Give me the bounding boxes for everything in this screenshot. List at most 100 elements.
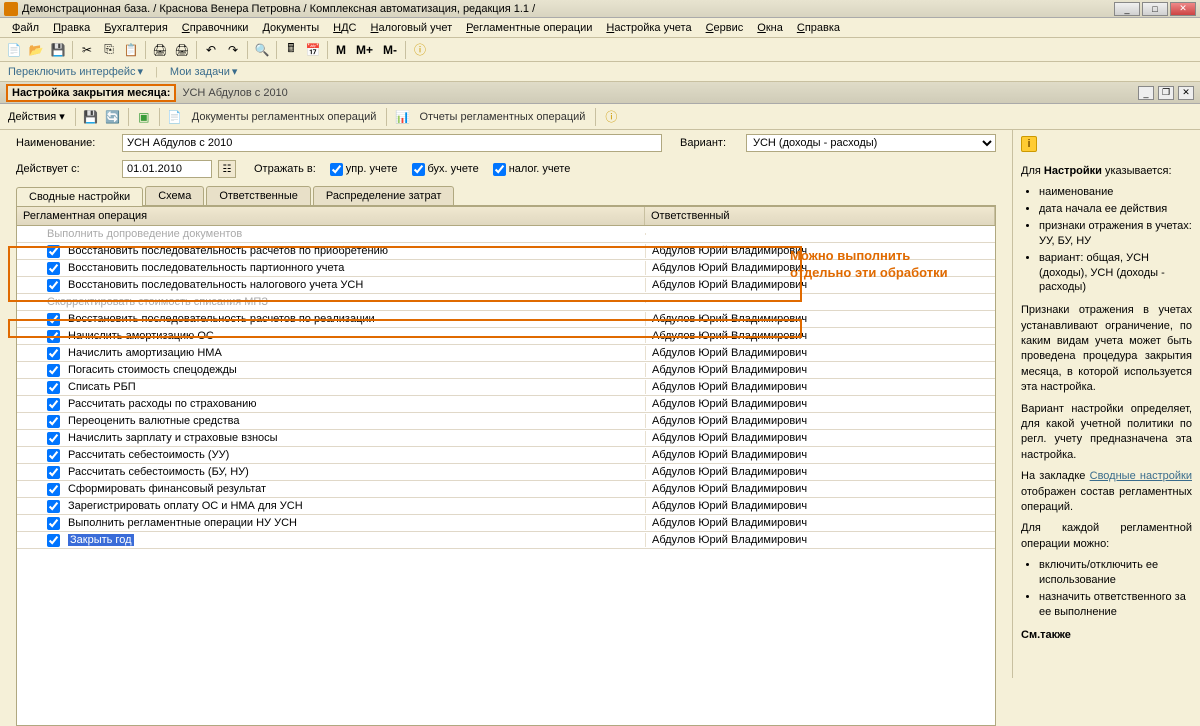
col-responsible[interactable]: Ответственный [645, 207, 995, 225]
operation-text: Погасить стоимость спецодежды [68, 364, 237, 376]
grid-body[interactable]: Выполнить допроведение документов Восстан… [16, 226, 996, 726]
operation-text: Скорректировать стоимость списания МПЗ [47, 296, 268, 308]
row-checkbox[interactable] [47, 347, 60, 360]
table-row[interactable]: Рассчитать расходы по страхованиюАбдулов… [17, 396, 995, 413]
row-checkbox[interactable] [47, 313, 60, 326]
calc-icon[interactable]: 🖩 [281, 40, 301, 60]
row-checkbox[interactable] [47, 517, 60, 530]
acct-accounting-checkbox[interactable] [412, 163, 425, 176]
menu-Правка[interactable]: Правка [47, 20, 96, 36]
summary-settings-link[interactable]: Сводные настройки [1090, 470, 1192, 482]
menu-Файл[interactable]: Файл [6, 20, 45, 36]
row-checkbox[interactable] [47, 432, 60, 445]
name-field[interactable] [122, 134, 662, 152]
m-button[interactable]: M [332, 40, 350, 60]
row-checkbox[interactable] [47, 381, 60, 394]
actions-dropdown[interactable]: Действия ▾ [4, 108, 69, 125]
print2-icon[interactable]: 🖨 [172, 40, 192, 60]
tax-accounting-checkbox[interactable] [493, 163, 506, 176]
row-checkbox[interactable] [47, 245, 60, 258]
save-action-icon[interactable]: 💾 [82, 108, 100, 126]
table-row[interactable]: Зарегистрировать оплату ОС и НМА для УСН… [17, 498, 995, 515]
table-row[interactable]: Начислить зарплату и страховые взносыАбд… [17, 430, 995, 447]
reports-link[interactable]: Отчеты регламентных операций [415, 109, 589, 125]
row-checkbox[interactable] [47, 262, 60, 275]
table-row[interactable]: Сформировать финансовый результатАбдулов… [17, 481, 995, 498]
responsible-text: Абдулов Юрий Владимирович [645, 482, 995, 496]
menu-Настройка учета[interactable]: Настройка учета [600, 20, 697, 36]
print-icon[interactable]: 🖨 [150, 40, 170, 60]
menu-Окна[interactable]: Окна [751, 20, 789, 36]
maximize-button[interactable]: □ [1142, 2, 1168, 16]
find-icon[interactable]: 🔍 [252, 40, 272, 60]
m-minus-button[interactable]: M- [379, 40, 401, 60]
m-plus-button[interactable]: M+ [352, 40, 377, 60]
menu-Документы[interactable]: Документы [256, 20, 325, 36]
switch-interface-link[interactable]: Переключить интерфейс▾ [4, 63, 147, 80]
docs-link[interactable]: Документы регламентных операций [188, 109, 381, 125]
row-checkbox[interactable] [47, 500, 60, 513]
table-row[interactable]: Рассчитать себестоимость (БУ, НУ)Абдулов… [17, 464, 995, 481]
table-row[interactable]: Погасить стоимость спецодеждыАбдулов Юри… [17, 362, 995, 379]
menu-Регламентные операции[interactable]: Регламентные операции [460, 20, 598, 36]
new-icon[interactable]: 📄 [4, 40, 24, 60]
minimize-button[interactable]: _ [1114, 2, 1140, 16]
table-row[interactable]: Закрыть годАбдулов Юрий Владимирович [17, 532, 995, 549]
tab-2[interactable]: Ответственные [206, 186, 311, 205]
row-checkbox[interactable] [47, 279, 60, 292]
help-icon[interactable]: ⓘ [410, 40, 430, 60]
row-checkbox[interactable] [47, 534, 60, 547]
calendar-icon[interactable]: 📅 [303, 40, 323, 60]
menu-Справочники[interactable]: Справочники [176, 20, 255, 36]
tab-1[interactable]: Схема [145, 186, 204, 205]
row-checkbox[interactable] [47, 330, 60, 343]
redo-icon[interactable]: ↷ [223, 40, 243, 60]
tab-3[interactable]: Распределение затрат [313, 186, 455, 205]
menu-НДС[interactable]: НДС [327, 20, 362, 36]
menu-Бухгалтерия[interactable]: Бухгалтерия [98, 20, 174, 36]
col-operation[interactable]: Регламентная операция [17, 207, 645, 225]
row-checkbox[interactable] [47, 449, 60, 462]
menu-Налоговый учет[interactable]: Налоговый учет [365, 20, 459, 36]
doc-restore-button[interactable]: ❐ [1158, 86, 1174, 100]
table-row[interactable]: Списать РБПАбдулов Юрий Владимирович [17, 379, 995, 396]
tab-0[interactable]: Сводные настройки [16, 187, 143, 206]
doc-close-button[interactable]: ✕ [1178, 86, 1194, 100]
mgmt-accounting-checkbox[interactable] [330, 163, 343, 176]
info-action-icon[interactable]: ⓘ [602, 108, 620, 126]
save-icon[interactable]: 💾 [48, 40, 68, 60]
refresh-action-icon[interactable]: 🔄 [104, 108, 122, 126]
undo-icon[interactable]: ↶ [201, 40, 221, 60]
variant-select[interactable]: УСН (доходы - расходы) [746, 134, 996, 152]
table-row[interactable]: Начислить амортизацию НМААбдулов Юрий Вл… [17, 345, 995, 362]
row-checkbox[interactable] [47, 398, 60, 411]
close-button[interactable]: ✕ [1170, 2, 1196, 16]
table-row[interactable]: Выполнить допроведение документов [17, 226, 995, 243]
table-row[interactable]: Переоценить валютные средстваАбдулов Юри… [17, 413, 995, 430]
doc-minimize-button[interactable]: _ [1138, 86, 1154, 100]
paste-icon[interactable]: 📋 [121, 40, 141, 60]
table-row[interactable]: Восстановить последовательность расчетов… [17, 311, 995, 328]
table-row[interactable]: Начислить амортизацию ОСАбдулов Юрий Вла… [17, 328, 995, 345]
table-row[interactable]: Выполнить регламентные операции НУ УСНАб… [17, 515, 995, 532]
table-row[interactable]: Скорректировать стоимость списания МПЗ [17, 294, 995, 311]
my-tasks-link[interactable]: Мои задачи▾ [166, 63, 241, 80]
operation-text: Зарегистрировать оплату ОС и НМА для УСН [68, 500, 303, 512]
reports-icon[interactable]: 📊 [393, 108, 411, 126]
row-checkbox[interactable] [47, 466, 60, 479]
row-checkbox[interactable] [47, 415, 60, 428]
copy-icon[interactable]: ⎘ [99, 40, 119, 60]
cut-icon[interactable]: ✂ [77, 40, 97, 60]
responsible-text: Абдулов Юрий Владимирович [645, 499, 995, 513]
execute-action-icon[interactable]: ▣ [135, 108, 153, 126]
responsible-text [645, 301, 995, 303]
row-checkbox[interactable] [47, 483, 60, 496]
row-checkbox[interactable] [47, 364, 60, 377]
docs-icon[interactable]: 📄 [166, 108, 184, 126]
effective-date-field[interactable] [122, 160, 212, 178]
table-row[interactable]: Рассчитать себестоимость (УУ)Абдулов Юри… [17, 447, 995, 464]
menu-Справка[interactable]: Справка [791, 20, 846, 36]
menu-Сервис[interactable]: Сервис [700, 20, 750, 36]
open-icon[interactable]: 📂 [26, 40, 46, 60]
calendar-button[interactable]: ☷ [218, 160, 236, 178]
